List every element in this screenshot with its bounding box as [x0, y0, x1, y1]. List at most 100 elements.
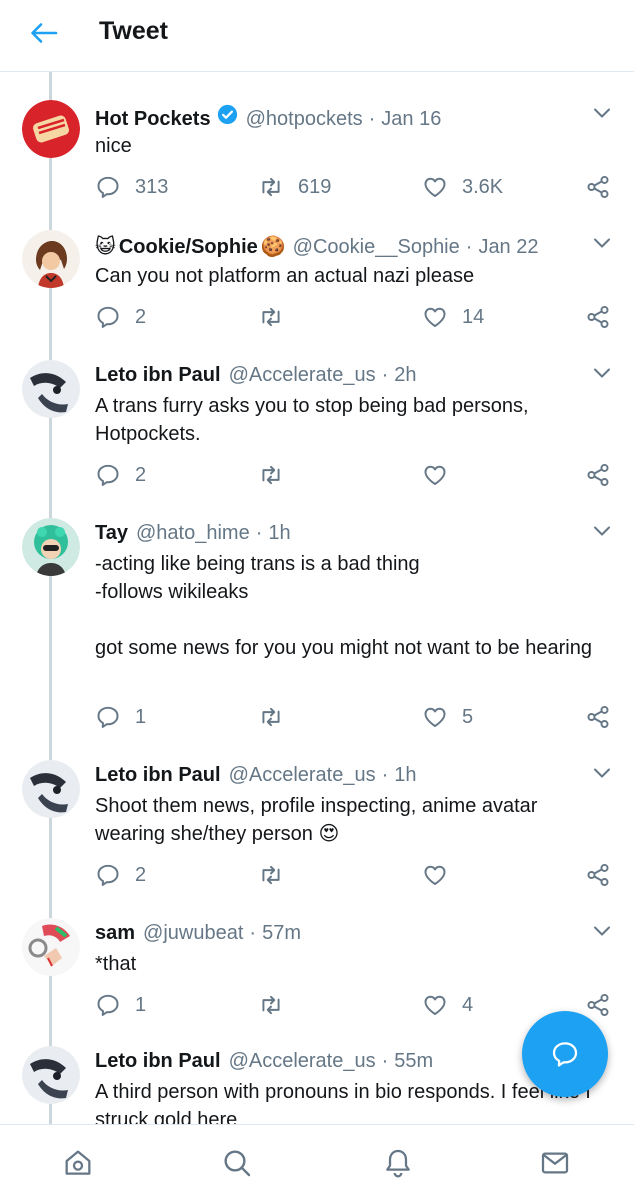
- retweet-button[interactable]: [258, 992, 298, 1018]
- separator-dot: ·: [465, 236, 473, 258]
- avatar[interactable]: [22, 918, 80, 976]
- retweet-button[interactable]: [258, 862, 298, 888]
- avatar[interactable]: [22, 518, 80, 576]
- reply-count: 1: [135, 705, 147, 728]
- reply-button[interactable]: 1: [95, 704, 146, 730]
- chevron-down-icon[interactable]: [592, 106, 612, 120]
- back-arrow-icon: [31, 23, 58, 43]
- timestamp[interactable]: 57m: [262, 922, 301, 945]
- separator-dot: ·: [381, 764, 389, 786]
- like-button[interactable]: 3.6K: [422, 174, 503, 200]
- display-name[interactable]: sam: [95, 922, 135, 945]
- separator-dot: ·: [381, 1050, 389, 1072]
- timestamp[interactable]: 55m: [394, 1050, 433, 1073]
- reply-icon: [95, 862, 121, 888]
- share-button[interactable]: [585, 304, 611, 330]
- tweet-text: Shoot them news, profile inspecting, ani…: [95, 792, 605, 848]
- nav-home[interactable]: [60, 1145, 96, 1181]
- display-name[interactable]: Tay: [95, 522, 128, 545]
- share-button[interactable]: [585, 462, 611, 488]
- tweet-text: *that: [95, 953, 137, 975]
- retweet-button[interactable]: [258, 704, 298, 730]
- tweet-actions: 1 4: [95, 992, 615, 1022]
- nav-notifications[interactable]: [380, 1145, 416, 1181]
- user-handle[interactable]: @Accelerate_us: [229, 764, 376, 787]
- user-handle[interactable]: @juwubeat: [143, 922, 243, 945]
- nav-search[interactable]: [219, 1145, 255, 1181]
- avatar[interactable]: [22, 230, 80, 288]
- compose-reply-button[interactable]: [522, 1011, 608, 1097]
- timestamp[interactable]: 1h: [394, 764, 416, 787]
- reply-button[interactable]: 2: [95, 862, 146, 888]
- top-bar: Tweet: [0, 0, 634, 72]
- user-handle[interactable]: @Cookie__Sophie: [293, 236, 460, 259]
- like-icon: [422, 304, 448, 330]
- tweet-actions: 2: [95, 862, 615, 892]
- tweet-actions: 313 619 3.6K: [95, 174, 615, 204]
- tweet-text: A trans furry asks you to stop being bad…: [95, 395, 535, 445]
- like-button[interactable]: 4: [422, 992, 473, 1018]
- share-button[interactable]: [585, 992, 611, 1018]
- like-button[interactable]: 5: [422, 704, 473, 730]
- reply-count: 2: [135, 305, 147, 328]
- retweet-button[interactable]: [258, 462, 298, 488]
- user-handle[interactable]: @Accelerate_us: [229, 364, 376, 387]
- timestamp[interactable]: 2h: [394, 364, 416, 387]
- reply-button[interactable]: 1: [95, 992, 146, 1018]
- tweet[interactable]: 😺 Cookie/Sophie 🍪 @Cookie__Sophie · Jan …: [0, 230, 634, 360]
- nav-messages[interactable]: [537, 1145, 573, 1181]
- like-button[interactable]: 14: [422, 304, 484, 330]
- tweet[interactable]: Leto ibn Paul @Accelerate_us · 1h Shoot …: [0, 760, 634, 918]
- chevron-down-icon[interactable]: [592, 766, 612, 780]
- tweet-header: Leto ibn Paul @Accelerate_us · 55m: [95, 1050, 433, 1073]
- tweet[interactable]: Hot Pockets @hotpockets · Jan 16 nice 31…: [0, 100, 634, 230]
- display-name[interactable]: Leto ibn Paul: [95, 1050, 221, 1073]
- display-name[interactable]: Hot Pockets: [95, 108, 211, 131]
- reply-button[interactable]: 313: [95, 174, 168, 200]
- avatar[interactable]: [22, 360, 80, 418]
- bottom-nav: [0, 1124, 634, 1200]
- thread-feed[interactable]: Hot Pockets @hotpockets · Jan 16 nice 31…: [0, 72, 634, 1124]
- like-button[interactable]: [422, 462, 462, 488]
- chevron-down-icon[interactable]: [592, 924, 612, 938]
- avatar[interactable]: [22, 1046, 80, 1104]
- like-button[interactable]: [422, 862, 462, 888]
- avatar[interactable]: [22, 100, 80, 158]
- notifications-icon: [386, 1149, 410, 1178]
- back-button[interactable]: [26, 18, 62, 48]
- reply-count: 1: [135, 993, 147, 1016]
- timestamp[interactable]: 1h: [268, 522, 290, 545]
- tweet-header: sam @juwubeat · 57m: [95, 922, 301, 945]
- retweet-icon: [258, 304, 284, 330]
- chevron-down-icon[interactable]: [592, 366, 612, 380]
- timestamp[interactable]: Jan 16: [381, 108, 441, 131]
- share-button[interactable]: [585, 862, 611, 888]
- user-handle[interactable]: @Accelerate_us: [229, 1050, 376, 1073]
- share-button[interactable]: [585, 174, 611, 200]
- user-handle[interactable]: @hato_hime: [136, 522, 250, 545]
- verified-badge-icon: [217, 104, 237, 125]
- retweet-button[interactable]: [258, 304, 298, 330]
- display-name[interactable]: Leto ibn Paul: [95, 364, 221, 387]
- avatar[interactable]: [22, 760, 80, 818]
- timestamp[interactable]: Jan 22: [478, 236, 538, 259]
- share-icon: [585, 862, 611, 888]
- cookie-emoji: 🍪: [260, 236, 286, 258]
- share-button[interactable]: [585, 704, 611, 730]
- share-icon: [585, 462, 611, 488]
- user-handle[interactable]: @hotpockets: [246, 108, 363, 131]
- tweet[interactable]: Tay @hato_hime · 1h -acting like being t…: [0, 518, 634, 760]
- reply-button[interactable]: 2: [95, 304, 146, 330]
- chevron-down-icon[interactable]: [592, 524, 612, 538]
- tweet-header: Hot Pockets @hotpockets · Jan 16: [95, 104, 441, 131]
- display-name[interactable]: Leto ibn Paul: [95, 764, 221, 787]
- tweet-text: Can you not platform an actual nazi plea…: [95, 265, 475, 287]
- reply-button[interactable]: 2: [95, 462, 146, 488]
- tweet-header: 😺 Cookie/Sophie 🍪 @Cookie__Sophie · Jan …: [95, 234, 539, 259]
- retweet-button[interactable]: 619: [258, 174, 331, 200]
- chevron-down-icon[interactable]: [592, 236, 612, 250]
- share-icon: [585, 304, 611, 330]
- tweet[interactable]: Leto ibn Paul @Accelerate_us · 2h A tran…: [0, 360, 634, 518]
- display-name[interactable]: Cookie/Sophie: [119, 236, 258, 259]
- share-icon: [585, 174, 611, 200]
